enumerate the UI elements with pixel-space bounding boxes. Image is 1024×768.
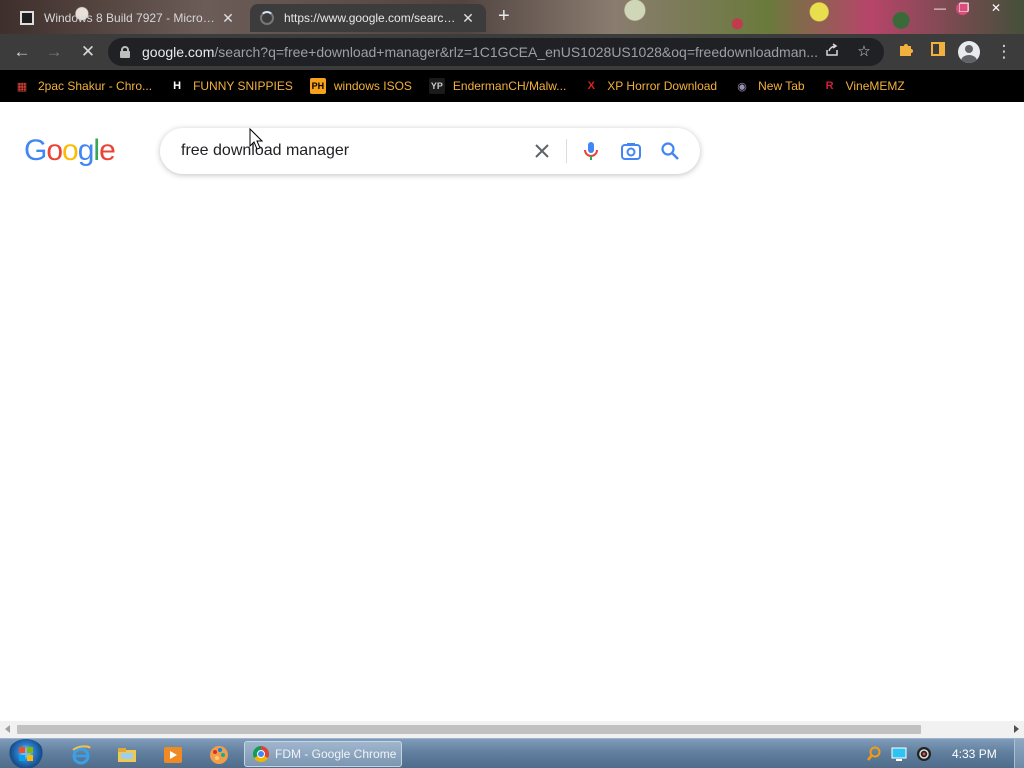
chrome-icon: [253, 746, 269, 762]
bookmark-label: EndermanCH/Malw...: [452, 79, 567, 93]
bookmark-item[interactable]: ▦ 2pac Shakur - Chro...: [14, 74, 152, 98]
file-explorer-icon[interactable]: [116, 744, 138, 766]
logo-letter: o: [46, 134, 63, 167]
ph-icon: PH: [309, 78, 326, 94]
bookmark-item[interactable]: X XP Horror Download: [583, 74, 718, 98]
search-tray-icon[interactable]: [866, 746, 882, 762]
bookmark-label: New Tab: [758, 79, 805, 93]
address-bar[interactable]: google.com/search?q=free+download+manage…: [108, 38, 884, 66]
bookmark-item[interactable]: ◉ New Tab: [734, 74, 804, 98]
close-window-icon[interactable]: ✕: [984, 0, 1008, 18]
media-player-icon[interactable]: [162, 744, 184, 766]
system-clock[interactable]: 4:33 PM: [952, 747, 997, 761]
back-icon[interactable]: ←: [10, 40, 34, 64]
screen: Windows 8 Build 7927 - Microsoft ✕ https…: [0, 0, 1024, 768]
menu-kebab-icon[interactable]: ⋮: [992, 40, 1016, 64]
search-box[interactable]: [160, 128, 700, 174]
search-input[interactable]: [181, 142, 521, 160]
tab-title: https://www.google.com/search?q: [284, 11, 460, 25]
maximize-icon[interactable]: ❐: [952, 0, 976, 18]
scroll-right-arrow-icon[interactable]: [1014, 725, 1019, 733]
scrollbar-thumb[interactable]: [17, 725, 921, 734]
google-search-page: Google: [0, 102, 1024, 721]
url-host: google.com: [142, 44, 215, 60]
r-icon: R: [825, 80, 834, 92]
bookmarks-bar: ▦ 2pac Shakur - Chro... H FUNNY SNIPPIES PH w…: [0, 70, 1024, 102]
tab-windows-8-build[interactable]: Windows 8 Build 7927 - Microsoft ✕: [10, 4, 246, 32]
address-url[interactable]: google.com/search?q=free+download+manage…: [142, 44, 818, 60]
taskbar: FDM - Google Chrome 4:33 PM: [0, 738, 1024, 768]
bookmark-label: windows ISOS: [333, 79, 412, 93]
bookmark-label: FUNNY SNIPPIES: [193, 79, 293, 93]
ticket-icon: ▦: [16, 80, 28, 93]
bookmark-item[interactable]: H FUNNY SNIPPIES: [169, 74, 293, 98]
display-tray-icon[interactable]: [891, 746, 907, 762]
bookmark-item[interactable]: R VineMEMZ: [822, 74, 905, 98]
new-tab-button[interactable]: +: [498, 6, 510, 26]
scroll-left-arrow-icon[interactable]: [5, 725, 10, 733]
bookmark-label: VineMEMZ: [845, 79, 905, 93]
x-icon: X: [587, 80, 595, 92]
loading-spinner-icon: [260, 11, 274, 25]
globe-icon: ◉: [737, 80, 747, 93]
tab-google-search[interactable]: https://www.google.com/search?q ✕: [250, 4, 486, 32]
close-tab-icon[interactable]: ✕: [460, 10, 476, 27]
h-icon: H: [173, 80, 182, 92]
side-panel-icon[interactable]: [926, 40, 950, 64]
search-icon[interactable]: [660, 141, 680, 161]
bookmark-star-icon[interactable]: ☆: [854, 42, 874, 62]
tab-title: Windows 8 Build 7927 - Microsoft: [44, 11, 220, 25]
url-path: /search?q=free+download+manager&rlz=1C1G…: [214, 44, 818, 60]
internet-explorer-icon[interactable]: [70, 744, 92, 766]
clear-search-icon[interactable]: [532, 141, 552, 161]
horizontal-scrollbar[interactable]: [0, 721, 1024, 738]
profile-avatar-icon[interactable]: [958, 41, 980, 63]
tab-strip: Windows 8 Build 7927 - Microsoft ✕ https…: [0, 0, 1024, 34]
logo-letter: o: [62, 134, 79, 167]
camera-lens-icon[interactable]: [621, 141, 641, 161]
paint-palette-icon[interactable]: [208, 744, 230, 766]
close-tab-icon[interactable]: ✕: [220, 10, 236, 27]
logo-letter: e: [99, 134, 116, 167]
browser-toolbar: ← → ✕ google.com/search?q=free+download+…: [0, 34, 1024, 70]
bookmark-label: 2pac Shakur - Chro...: [38, 79, 153, 93]
logo-letter: g: [77, 134, 95, 167]
start-button[interactable]: [8, 739, 44, 768]
show-desktop-button[interactable]: [1014, 739, 1024, 768]
google-logo[interactable]: Google: [24, 134, 116, 168]
lock-icon[interactable]: [120, 46, 130, 58]
extensions-puzzle-icon[interactable]: [894, 40, 918, 64]
bookmark-label: XP Horror Download: [607, 79, 718, 93]
taskbar-chrome-window[interactable]: FDM - Google Chrome: [244, 741, 402, 767]
bookmark-item[interactable]: YP EndermanCH/Malw...: [428, 74, 567, 98]
share-icon[interactable]: [822, 42, 842, 62]
forward-icon[interactable]: →: [42, 40, 66, 64]
bookmark-item[interactable]: PH windows ISOS: [309, 74, 412, 98]
stop-loading-icon[interactable]: ✕: [76, 40, 100, 64]
search-divider: [566, 139, 567, 163]
logo-letter: G: [24, 134, 47, 167]
yp-icon: YP: [428, 78, 445, 94]
recording-tray-icon[interactable]: [916, 746, 932, 762]
microphone-icon[interactable]: [581, 141, 601, 161]
mouse-cursor-icon: [249, 128, 263, 150]
taskbar-window-title: FDM - Google Chrome: [275, 747, 397, 761]
document-icon: [20, 11, 34, 25]
minimize-icon[interactable]: —: [928, 0, 952, 18]
